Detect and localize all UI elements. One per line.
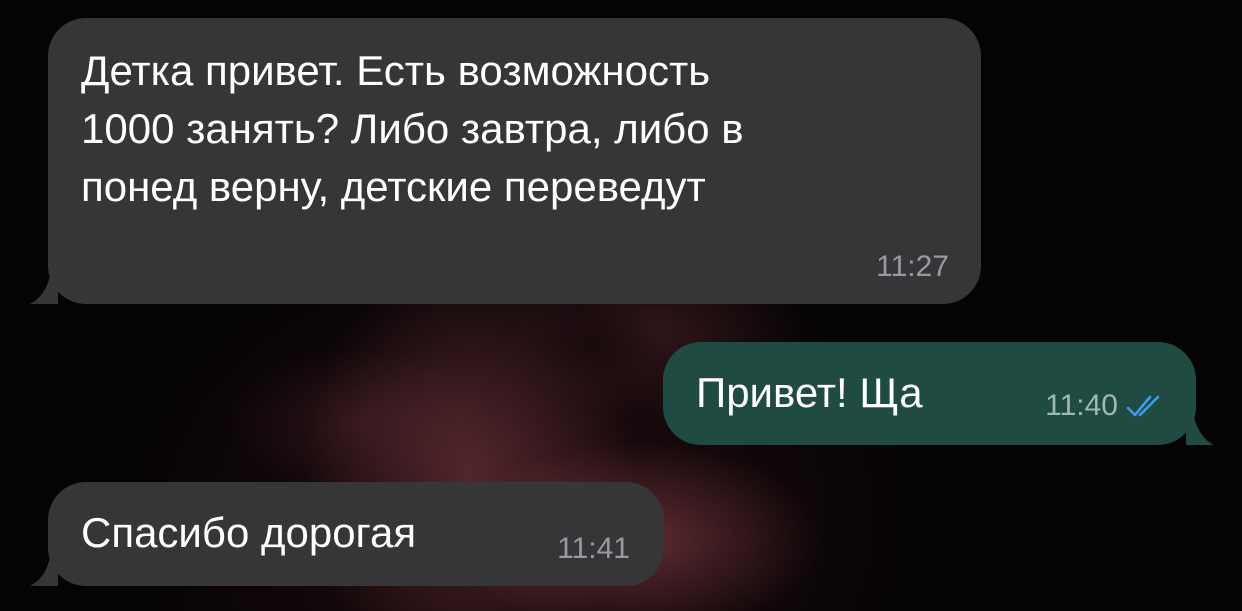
bubble-tail bbox=[30, 276, 58, 304]
bubble-tail bbox=[30, 558, 58, 586]
message-timestamp: 11:41 bbox=[557, 532, 630, 565]
message-timestamp: 11:27 bbox=[876, 250, 949, 283]
incoming-message-bubble[interactable]: Детка привет. Есть возможность 1000 заня… bbox=[30, 18, 981, 304]
message-meta: 11:41 bbox=[557, 532, 630, 566]
message-line: 1000 занять? Либо завтра, либо в bbox=[81, 105, 744, 152]
message-timestamp: 11:40 bbox=[1045, 389, 1118, 422]
message-text: Детка привет. Есть возможность 1000 заня… bbox=[81, 42, 744, 216]
message-meta: 11:27 bbox=[876, 250, 949, 284]
message-line: понед верну, детские переведут bbox=[81, 163, 706, 210]
double-check-read-icon bbox=[1126, 395, 1160, 417]
incoming-message-bubble[interactable]: Спасибо дорогая 11:41 bbox=[30, 482, 664, 586]
message-line: Детка привет. Есть возможность bbox=[81, 47, 711, 94]
bubble-tail bbox=[1186, 417, 1214, 445]
chat-screen: Детка привет. Есть возможность 1000 заня… bbox=[0, 0, 1242, 611]
message-text: Спасибо дорогая bbox=[81, 509, 417, 556]
message-text: Привет! Ща bbox=[696, 369, 923, 416]
message-meta: 11:40 bbox=[1045, 389, 1166, 423]
outgoing-message-bubble[interactable]: Привет! Ща 11:40 bbox=[663, 342, 1214, 445]
